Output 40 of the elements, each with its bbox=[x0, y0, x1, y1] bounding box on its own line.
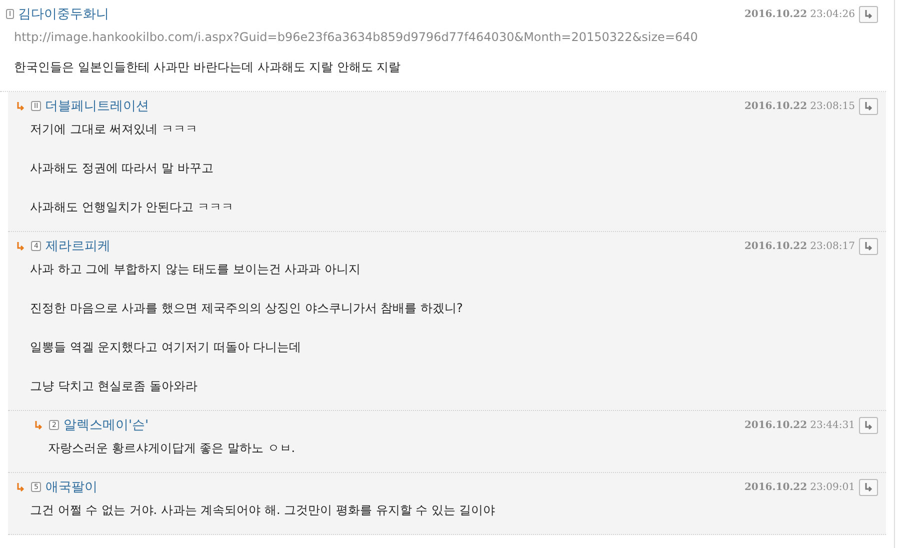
author-link[interactable]: 애국팔이 bbox=[45, 478, 98, 496]
author-link[interactable]: 제라르피케 bbox=[45, 237, 110, 255]
comment-date: 2016.10.22 bbox=[744, 8, 808, 20]
comment-time: 23:04:26 bbox=[810, 8, 855, 20]
comment-text: 사과해도 정권에 따라서 말 바꾸고 bbox=[30, 160, 214, 177]
comment-text: 한국인들은 일본인들한테 사과만 바란다는데 사과해도 지랄 안해도 지랄 bbox=[14, 59, 402, 76]
reply-arrow-icon bbox=[864, 242, 873, 250]
author-link[interactable]: 김다이중두화니 bbox=[18, 5, 110, 23]
comment-time: 23:44:31 bbox=[810, 420, 855, 430]
comment-date: 2016.10.22 bbox=[744, 482, 808, 492]
reply-arrow-icon bbox=[34, 420, 43, 430]
comment-date: 2016.10.22 bbox=[744, 240, 808, 252]
comment-date: 2016.10.22 bbox=[744, 100, 808, 112]
author-link[interactable]: 더블페니트레이션 bbox=[45, 97, 150, 115]
comment-text: 사과해도 언행일치가 안된다고 ㅋㅋㅋ bbox=[30, 199, 234, 216]
reply-button[interactable] bbox=[859, 6, 878, 22]
image-url: http://image.hankookilbo.com/i.aspx?Guid=b96e23f6a3634b859d9796d77f464030&Month=20150322&size=640 bbox=[14, 30, 699, 44]
reply-arrow-icon bbox=[16, 102, 25, 110]
author-link[interactable]: 알렉스메이'슨' bbox=[63, 416, 149, 434]
comment-time: 23:08:17 bbox=[810, 240, 855, 252]
comment-time: 23:09:01 bbox=[810, 482, 855, 492]
reply-arrow-icon bbox=[16, 482, 25, 492]
comment-text: 진정한 마음으로 사과를 했으면 제국주의의 상징인 야스쿠니가서 참배를 하겠니? bbox=[30, 300, 464, 317]
reply-button[interactable] bbox=[859, 98, 878, 114]
reply-arrow-icon bbox=[864, 10, 873, 18]
comment-text: 저기에 그대로 써져있네 ㅋㅋㅋ bbox=[30, 121, 198, 138]
reply-button[interactable] bbox=[859, 416, 878, 434]
comment-time: 23:08:15 bbox=[810, 100, 855, 112]
comment-text: 일뽕들 역겔 운지했다고 여기저기 떠돌아 다니는데 bbox=[30, 339, 302, 356]
reply-arrow-icon bbox=[16, 242, 25, 250]
reply-arrow-icon bbox=[864, 482, 873, 492]
reply-arrow-icon bbox=[864, 420, 873, 430]
comment-text: 그냥 닥치고 현실로좀 돌아와라 bbox=[30, 378, 198, 395]
comment-date: 2016.10.22 bbox=[744, 420, 808, 430]
reply-arrow-icon bbox=[864, 102, 873, 110]
comment-text: 사과 하고 그에 부합하지 않는 태도를 보이는건 사과과 아니지 bbox=[30, 261, 362, 278]
comment-text: 그건 어쩔 수 없는 거야. 사과는 계속되어야 해. 그것만이 평화를 유지할 수 있는 길이야 bbox=[30, 502, 496, 519]
reply-button[interactable] bbox=[859, 238, 878, 254]
reply-button[interactable] bbox=[859, 478, 878, 496]
comment-text: 자랑스러운 황르샤게이답게 좋은 말하노 ㅇㅂ. bbox=[48, 440, 296, 457]
